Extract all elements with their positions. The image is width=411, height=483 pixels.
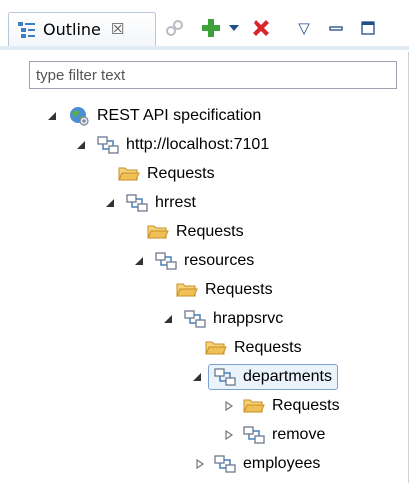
dropdown-icon (229, 25, 239, 31)
tree-node-requests[interactable]: Requests (117, 159, 215, 188)
expanded-icon[interactable] (74, 138, 88, 152)
folder-icon (146, 221, 170, 243)
expanded-icon[interactable] (45, 109, 59, 123)
tree-node-employees[interactable]: employees (193, 449, 320, 478)
resource-icon (96, 134, 120, 156)
add-button[interactable] (196, 14, 226, 42)
outline-icon (18, 21, 35, 38)
tree-node-departments[interactable]: departments (190, 362, 338, 391)
filter-input[interactable] (29, 61, 397, 89)
tree-node-label: hrappsrvc (213, 309, 284, 327)
expanded-icon[interactable] (132, 254, 146, 268)
link-button[interactable] (160, 14, 190, 42)
tab-underline (0, 46, 409, 50)
tree-node-label: Requests (272, 396, 340, 414)
tree-node-label: Requests (147, 164, 215, 182)
expanded-icon[interactable] (190, 370, 204, 384)
tree-node-label: remove (272, 425, 326, 443)
view-menu-icon[interactable]: ▽ (290, 14, 318, 42)
resource-icon (154, 250, 178, 272)
tree-node-host[interactable]: http://localhost:7101 (74, 130, 269, 159)
add-dropdown-button[interactable] (226, 14, 242, 42)
collapsed-icon[interactable] (222, 399, 236, 413)
tree-node-label: http://localhost:7101 (126, 135, 270, 153)
close-icon[interactable]: ☒ (111, 22, 124, 37)
delete-icon (253, 20, 269, 36)
tree-node-hrappsrvc[interactable]: hrappsrvc (161, 304, 283, 333)
tab-title: Outline (43, 20, 101, 39)
tree-node-label: Requests (205, 280, 273, 298)
globe-icon (67, 105, 91, 127)
add-icon (202, 19, 220, 37)
resource-icon (213, 366, 237, 388)
expanded-icon[interactable] (161, 312, 175, 326)
minimize-icon[interactable] (322, 14, 350, 42)
expanded-icon[interactable] (103, 196, 117, 210)
tab-outline[interactable]: Outline ☒ (8, 12, 156, 46)
selected-node[interactable]: departments (208, 363, 338, 390)
tree-node-root[interactable]: REST API specification (45, 101, 261, 130)
tree-node-label: Requests (176, 222, 244, 240)
tree-node-requests[interactable]: Requests (175, 275, 273, 304)
tree-node-label: hrrest (155, 193, 196, 211)
tree-node-requests[interactable]: Requests (204, 333, 302, 362)
collapsed-icon[interactable] (222, 428, 236, 442)
folder-icon (204, 337, 228, 359)
resource-icon (125, 192, 149, 214)
link-icon (166, 20, 183, 36)
tree-node-label: departments (243, 367, 332, 385)
tree-node-label: REST API specification (97, 106, 262, 124)
tree-node-label: employees (243, 454, 321, 472)
folder-icon (117, 163, 141, 185)
folder-icon (242, 395, 266, 417)
collapsed-icon[interactable] (193, 457, 207, 471)
tree-node-label: resources (184, 251, 255, 269)
view-header: Outline ☒ ▽ (0, 0, 409, 52)
resource-icon (183, 308, 207, 330)
tree-node-requests[interactable]: Requests (222, 391, 340, 420)
outline-view: Outline ☒ ▽ type filter text REST API sp… (0, 0, 409, 483)
tree-node-requests[interactable]: Requests (146, 217, 244, 246)
tree-node-resources[interactable]: resources (132, 246, 254, 275)
tree-node-hrrest[interactable]: hrrest (103, 188, 196, 217)
resource-icon (213, 453, 237, 475)
view-toolbar: ▽ (160, 14, 382, 42)
folder-icon (175, 279, 199, 301)
resource-icon (242, 424, 266, 446)
tree-node-remove[interactable]: remove (222, 420, 325, 449)
tree-node-label: Requests (234, 338, 302, 356)
delete-button[interactable] (246, 14, 276, 42)
maximize-icon[interactable] (354, 14, 382, 42)
